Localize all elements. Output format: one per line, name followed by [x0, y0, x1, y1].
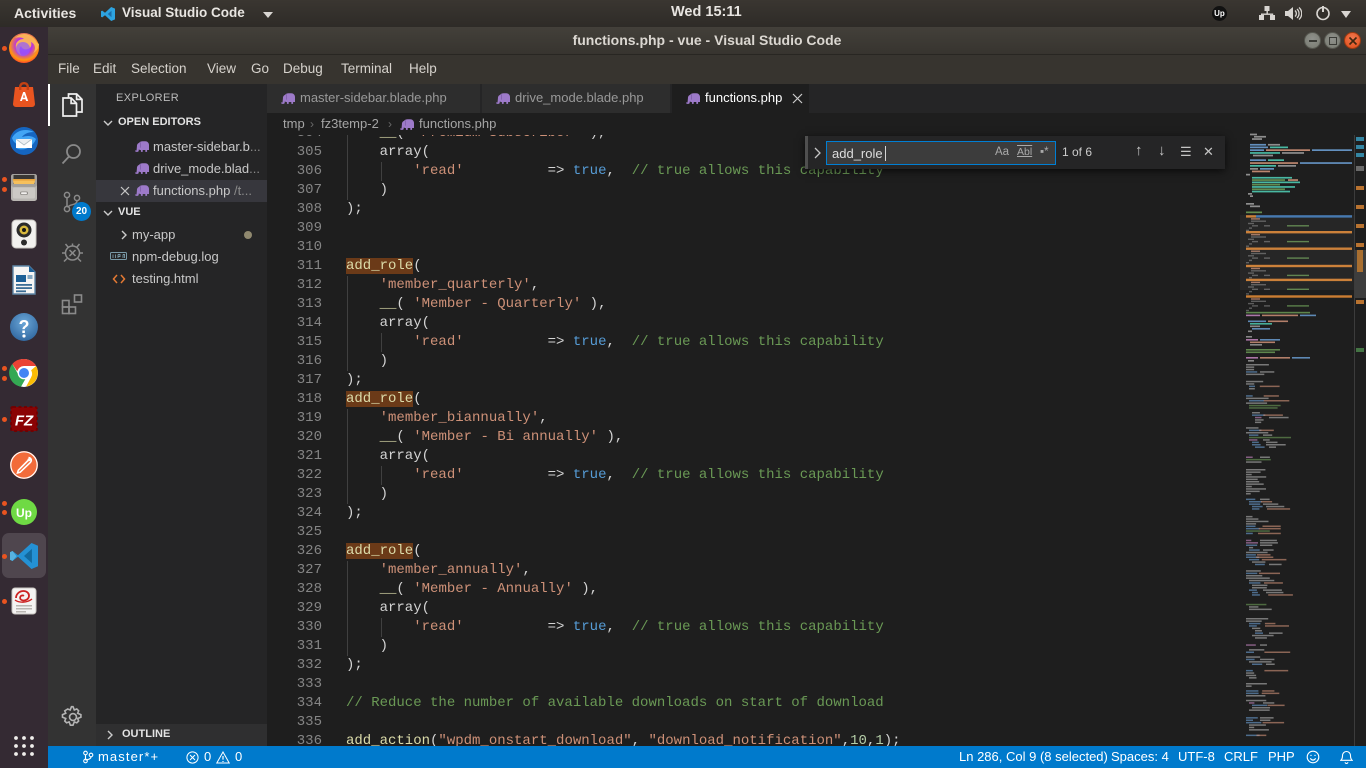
svg-text:?: ? [19, 317, 30, 337]
svg-text:FZ: FZ [15, 413, 34, 430]
svg-text:Up: Up [16, 506, 32, 520]
